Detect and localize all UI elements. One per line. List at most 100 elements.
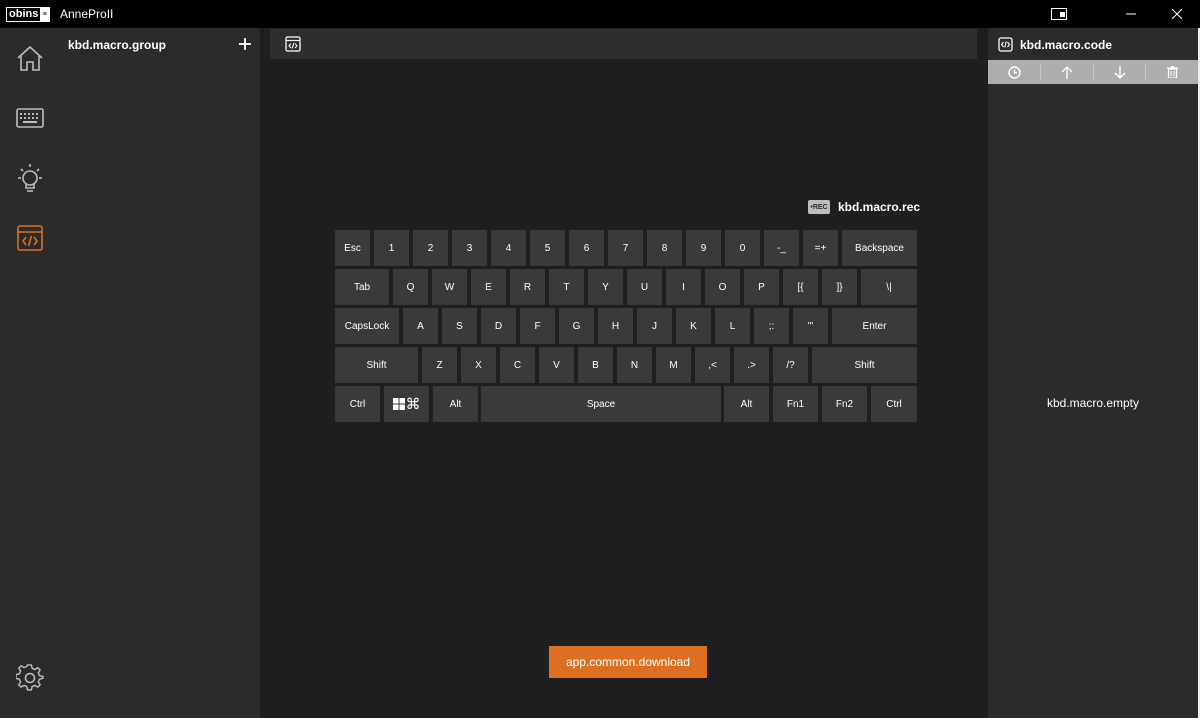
compact-overlay-button[interactable] <box>1036 0 1082 28</box>
brand-logo: obins ≡ <box>6 7 51 22</box>
key[interactable]: 4 <box>491 230 526 266</box>
key[interactable]: V <box>539 347 574 383</box>
key[interactable]: =+ <box>803 230 838 266</box>
minimize-icon <box>1126 13 1136 15</box>
key[interactable]: -_ <box>764 230 799 266</box>
macro-group-title: kbd.macro.group <box>68 38 167 52</box>
gear-icon <box>16 664 44 691</box>
key[interactable]: ,< <box>695 347 730 383</box>
key[interactable]: E <box>471 269 506 305</box>
brand-logo-tag: ≡ <box>40 8 50 21</box>
macro-code-button[interactable] <box>284 35 302 53</box>
key[interactable]: Alt <box>724 386 769 422</box>
key[interactable]: O <box>705 269 740 305</box>
key[interactable]: Y <box>588 269 623 305</box>
code-window-icon <box>285 36 301 52</box>
key[interactable]: Q <box>393 269 428 305</box>
key[interactable]: Ctrl <box>871 386 917 422</box>
key[interactable]: B <box>578 347 613 383</box>
close-icon <box>1172 9 1182 19</box>
key[interactable]: Space <box>481 386 721 422</box>
key[interactable]: L <box>715 308 750 344</box>
key[interactable]: U <box>627 269 662 305</box>
app-window: obins ≡ AnneProII kbd.macro.group •REC k… <box>0 0 1200 718</box>
move-up-button[interactable] <box>1041 60 1093 84</box>
app-title: AnneProII <box>60 7 114 21</box>
key[interactable]: Ctrl <box>335 386 380 422</box>
key[interactable]: ]} <box>822 269 857 305</box>
macro-code-toolbar <box>988 60 1198 84</box>
macro-code-panel: kbd.macro.code kbd.macro.empty <box>988 28 1198 718</box>
move-down-button[interactable] <box>1094 60 1146 84</box>
key[interactable]: F <box>520 308 555 344</box>
record-icon: •REC <box>808 200 830 214</box>
key[interactable]: C <box>500 347 535 383</box>
nav-item-keyboard[interactable] <box>0 88 60 148</box>
key[interactable]: T <box>549 269 584 305</box>
key[interactable]: 6 <box>569 230 604 266</box>
macro-code-icon <box>997 36 1013 52</box>
insert-delay-button[interactable] <box>988 60 1040 84</box>
key[interactable]: 3 <box>452 230 487 266</box>
key[interactable]: Esc <box>335 230 370 266</box>
key[interactable]: S <box>442 308 477 344</box>
add-macro-group-button[interactable] <box>236 34 254 54</box>
key[interactable]: 5 <box>530 230 565 266</box>
bulb-icon <box>18 164 42 192</box>
key[interactable]: ;: <box>754 308 789 344</box>
key[interactable]: R <box>510 269 545 305</box>
key[interactable]: A <box>403 308 438 344</box>
key[interactable]: Alt <box>433 386 478 422</box>
nav-item-lighting[interactable] <box>0 148 60 208</box>
record-macro-button[interactable]: •REC kbd.macro.rec <box>806 198 920 216</box>
key[interactable]: \| <box>861 269 917 305</box>
key[interactable]: CapsLock <box>335 308 399 344</box>
key[interactable]: N <box>617 347 652 383</box>
arrow-down-icon <box>1114 65 1126 79</box>
download-button[interactable]: app.common.download <box>549 646 707 678</box>
key[interactable]: W <box>432 269 467 305</box>
key[interactable]: K <box>676 308 711 344</box>
key[interactable]: Shift <box>812 347 917 383</box>
key[interactable]: H <box>598 308 633 344</box>
macro-code-empty-text: kbd.macro.empty <box>1046 396 1140 410</box>
key[interactable]: 1 <box>374 230 409 266</box>
key[interactable]: X <box>461 347 496 383</box>
key[interactable]: 0 <box>725 230 760 266</box>
close-button[interactable] <box>1154 0 1200 28</box>
nav-item-macro[interactable] <box>0 208 60 268</box>
key[interactable]: I <box>666 269 701 305</box>
key[interactable]: Tab <box>335 269 389 305</box>
key[interactable]: 9 <box>686 230 721 266</box>
command-icon: ⌘ <box>405 395 421 413</box>
key[interactable]: P <box>744 269 779 305</box>
key[interactable]: Z <box>422 347 457 383</box>
nav-item-home[interactable] <box>0 28 60 88</box>
key[interactable]: .> <box>734 347 769 383</box>
key-win-cmd[interactable]: ⌘ <box>384 386 429 422</box>
key[interactable]: Shift <box>335 347 418 383</box>
key[interactable]: /? <box>773 347 808 383</box>
key[interactable]: 8 <box>647 230 682 266</box>
key[interactable]: J <box>637 308 672 344</box>
nav-rail <box>0 28 60 718</box>
key[interactable]: D <box>481 308 516 344</box>
key[interactable]: 2 <box>413 230 448 266</box>
key[interactable]: Enter <box>832 308 917 344</box>
nav-item-settings[interactable] <box>0 648 60 708</box>
minimize-button[interactable] <box>1108 0 1154 28</box>
key[interactable]: Backspace <box>842 230 917 266</box>
plus-icon <box>239 38 251 50</box>
arrow-up-icon <box>1061 65 1073 79</box>
compact-overlay-icon <box>1051 8 1067 20</box>
key[interactable]: Fn2 <box>822 386 867 422</box>
key[interactable]: [{ <box>783 269 818 305</box>
key[interactable]: '" <box>793 308 828 344</box>
key[interactable]: 7 <box>608 230 643 266</box>
key[interactable]: M <box>656 347 691 383</box>
trash-icon <box>1166 66 1178 78</box>
delete-button[interactable] <box>1146 60 1198 84</box>
key[interactable]: G <box>559 308 594 344</box>
key[interactable]: Fn1 <box>773 386 818 422</box>
editor-toolbar <box>270 29 977 59</box>
